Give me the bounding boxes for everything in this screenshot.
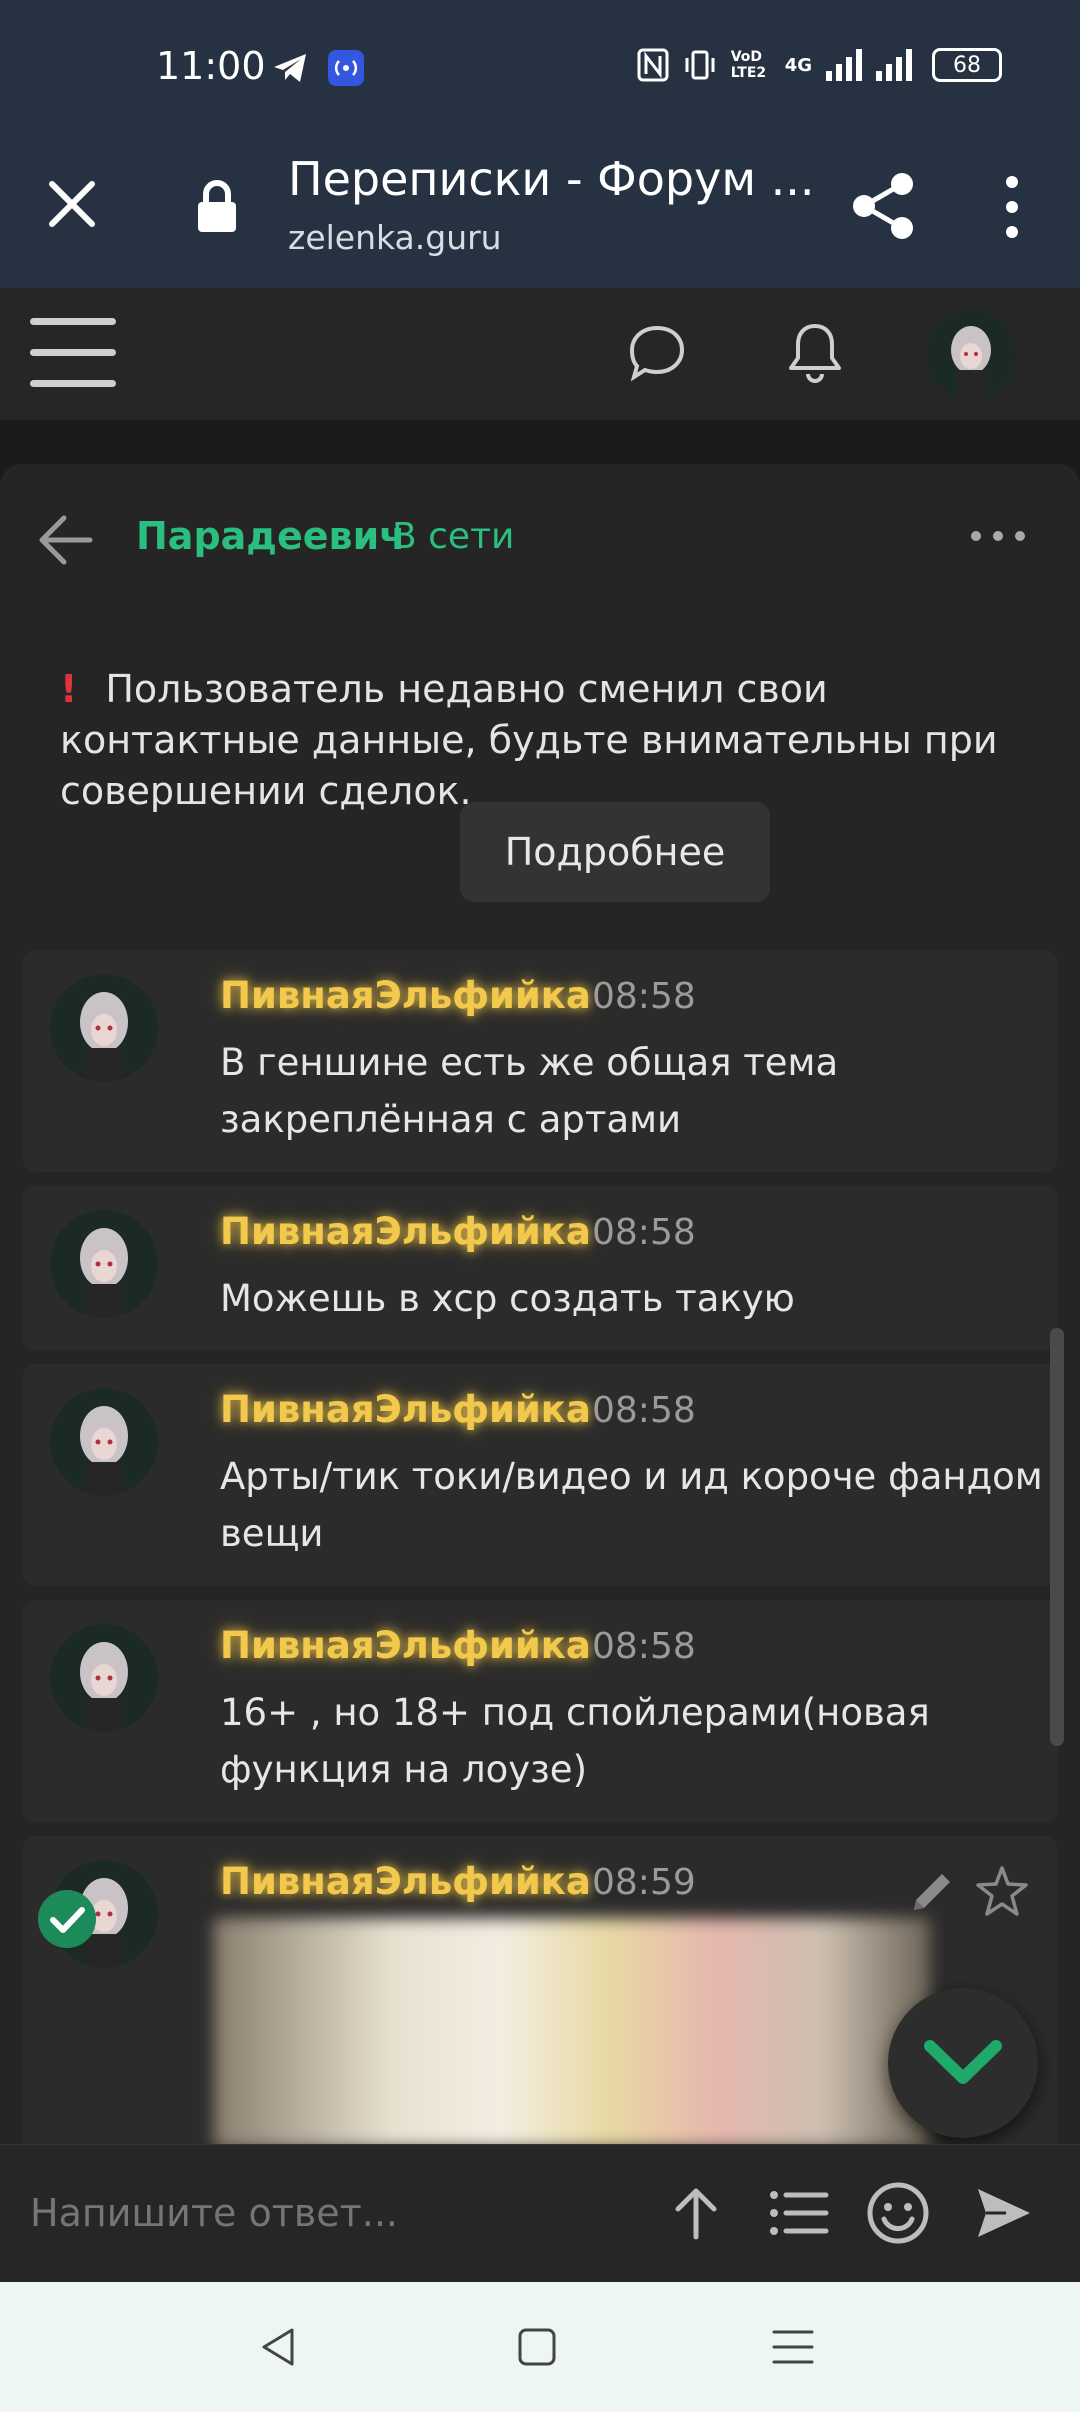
close-icon[interactable] (40, 172, 104, 236)
author-avatar[interactable] (50, 974, 158, 1082)
warning-icon: ! (60, 667, 78, 711)
system-navigation-bar (0, 2282, 1080, 2412)
battery-indicator: 68 (932, 48, 1002, 82)
message-text: Арты/тик токи/видео и ид короче фандом в… (220, 1455, 1043, 1555)
message-image-blurred[interactable] (214, 1918, 930, 2148)
message-author[interactable]: ПивнаяЭльфийка (220, 974, 591, 1017)
message-text: Можешь в хср создать такую (220, 1277, 795, 1320)
arrow-up-icon[interactable] (664, 2181, 728, 2245)
volte-label: VoD LTE2 (730, 49, 767, 81)
hotspot-icon (328, 50, 364, 86)
chevron-down-icon (924, 2040, 1002, 2084)
more-vert-icon[interactable] (992, 172, 1032, 242)
message-item: ПивнаяЭльфийка 08:58 Арты/тик токи/видео… (22, 1364, 1058, 1586)
nav-recents-icon[interactable] (768, 2322, 818, 2372)
edit-pencil-icon[interactable] (906, 1866, 958, 1918)
reply-composer (0, 2144, 1080, 2282)
message-time: 08:58 (592, 1626, 696, 1667)
nav-back-icon[interactable] (254, 2322, 304, 2372)
page-url[interactable]: zelenka.guru (288, 218, 502, 257)
security-warning: ! Пользователь недавно сменил свои контак… (60, 664, 1040, 817)
message-author[interactable]: ПивнаяЭльфийка (220, 1210, 591, 1253)
message-time: 08:59 (592, 1862, 696, 1903)
star-icon[interactable] (974, 1864, 1030, 1920)
message-time: 08:58 (592, 1212, 696, 1253)
telegram-icon (274, 54, 306, 82)
conversation-header: Парадеевич В сети (0, 464, 1080, 614)
nfc-icon (637, 48, 669, 82)
read-check-icon (38, 1890, 96, 1948)
author-avatar[interactable] (50, 1210, 158, 1318)
message-author[interactable]: ПивнаяЭльфийка (220, 1388, 591, 1431)
scrollbar-thumb[interactable] (1050, 1328, 1064, 1746)
status-time: 11:00 (156, 44, 266, 88)
site-header (0, 288, 1080, 420)
message-time: 08:58 (592, 976, 696, 1017)
reply-input[interactable] (30, 2183, 630, 2243)
bell-icon[interactable] (784, 320, 846, 386)
signal-icon (826, 49, 862, 81)
system-icons: VoD LTE2 4G 68 (637, 48, 1002, 82)
page-title: Переписки - Форум ... (288, 152, 815, 206)
message-item: ПивнаяЭльфийка 08:58 В геншине есть же о… (22, 950, 1058, 1172)
details-button[interactable]: Подробнее (460, 802, 770, 902)
vibrate-icon (685, 50, 715, 80)
author-avatar[interactable] (50, 1388, 158, 1496)
share-icon[interactable] (848, 170, 918, 242)
scroll-to-bottom-button[interactable] (888, 1988, 1038, 2138)
back-arrow-icon[interactable] (36, 512, 96, 568)
message-author[interactable]: ПивнаяЭльфийка (220, 1624, 591, 1667)
user-avatar[interactable] (926, 310, 1016, 400)
message-time: 08:58 (592, 1390, 696, 1431)
nav-home-icon[interactable] (512, 2322, 562, 2372)
browser-toolbar: Переписки - Форум ... zelenka.guru (0, 130, 1080, 288)
warning-text: Пользователь недавно сменил свои контакт… (60, 667, 998, 813)
message-item: ПивнаяЭльфийка 08:58 Можешь в хср создат… (22, 1186, 1058, 1350)
hamburger-menu-icon[interactable] (30, 318, 116, 388)
emoji-icon[interactable] (866, 2181, 930, 2245)
message-author[interactable]: ПивнаяЭльфийка (220, 1860, 591, 1903)
chat-icon[interactable] (626, 322, 688, 384)
send-icon[interactable] (972, 2181, 1036, 2245)
partner-name[interactable]: Парадеевич (136, 514, 405, 558)
signal-icon-2 (876, 49, 912, 81)
lock-icon (198, 180, 236, 232)
partner-online-status: В сети (392, 516, 515, 557)
network-label: 4G (784, 54, 812, 76)
more-horizontal-icon[interactable] (968, 526, 1028, 546)
list-icon[interactable] (766, 2181, 830, 2245)
status-bar: 11:00 VoD LTE2 4G 68 (0, 0, 1080, 130)
notification-icons (272, 50, 364, 86)
message-text: В геншине есть же общая тема закреплённа… (220, 1041, 839, 1141)
message-text: 16+ , но 18+ под спойлерами(новая функци… (220, 1691, 930, 1791)
message-item: ПивнаяЭльфийка 08:58 16+ , но 18+ под сп… (22, 1600, 1058, 1822)
author-avatar[interactable] (50, 1624, 158, 1732)
